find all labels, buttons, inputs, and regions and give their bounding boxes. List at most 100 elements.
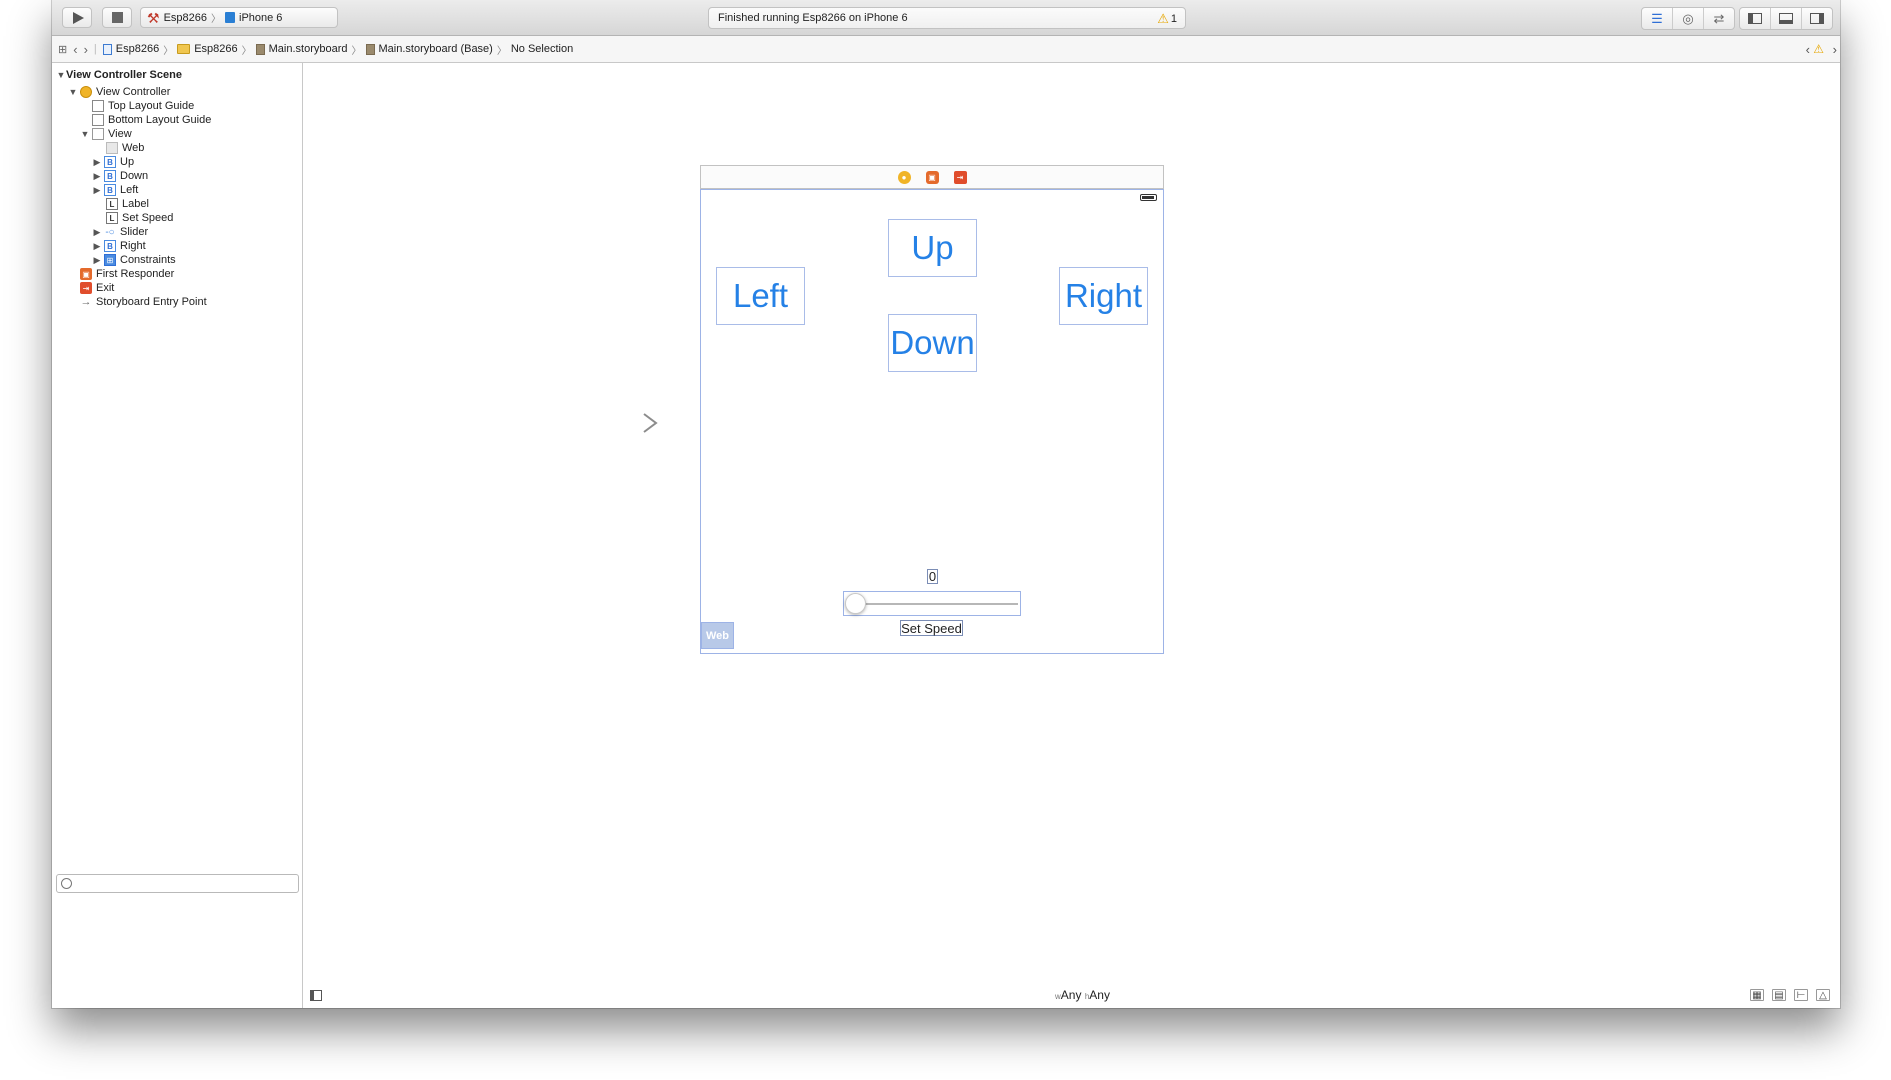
play-icon — [73, 11, 84, 24]
storyboard-canvas[interactable]: ● ▣ ⇥ Up Left Right Down 0 Set Speed Web — [303, 63, 1840, 1008]
view-controller-icon[interactable]: ● — [897, 170, 911, 184]
outline-item-label: First Responder — [96, 268, 175, 280]
related-items-icon[interactable]: ⊞ — [58, 43, 67, 56]
outline-item-storyboard-entry-point[interactable]: → Storyboard Entry Point — [78, 294, 207, 310]
label-icon: L — [106, 198, 118, 210]
breadcrumb-separator: 〉 — [496, 45, 507, 57]
warning-badge[interactable]: ⚠ 1 — [1157, 11, 1177, 27]
back-arrow-icon[interactable]: ‹ — [67, 42, 83, 57]
previous-issue-icon[interactable]: ‹ — [1806, 42, 1810, 57]
disclosure-closed-icon[interactable]: ▶ — [92, 185, 102, 196]
web-view-icon — [106, 142, 118, 154]
activity-viewer: Finished running Esp8266 on iPhone 6 ⚠ 1 — [708, 7, 1186, 29]
toolbar: ⚒ Esp8266 〉 iPhone 6 Finished running Es… — [52, 0, 1840, 36]
forward-arrow-icon[interactable]: › — [84, 42, 94, 57]
disclosure-closed-icon[interactable]: ▶ — [92, 171, 102, 182]
stop-icon — [111, 12, 123, 23]
outline-item-label: Slider — [120, 226, 149, 238]
canvas-bottom-bar: wAny hAny ▦ ▤ ⊢ △ — [303, 984, 1840, 1008]
storyboard-entry-arrow-icon[interactable] — [582, 413, 658, 433]
scheme-target: Esp8266 — [163, 11, 207, 24]
entry-arrow-icon: → — [80, 296, 92, 308]
outline-item-label: Right — [120, 240, 146, 252]
outline-item-label: Label — [122, 198, 149, 210]
outline-item-label: Down — [120, 170, 149, 182]
utilities-pane-toggle[interactable] — [1802, 8, 1832, 29]
utilities-pane-icon — [1810, 13, 1824, 24]
down-button[interactable]: Down — [888, 314, 977, 372]
outline-item-label: View Controller Scene — [66, 69, 182, 81]
right-button[interactable]: Right — [1059, 267, 1148, 325]
disclosure-open-icon[interactable]: ▼ — [56, 70, 66, 80]
resolve-issues-icon[interactable]: △ — [1816, 989, 1830, 1001]
folder-icon — [177, 44, 191, 54]
exit-icon[interactable]: ⇥ — [953, 170, 967, 184]
breadcrumb-selection[interactable]: No Selection — [511, 43, 573, 55]
scene-dock: ● ▣ ⇥ — [700, 165, 1164, 189]
warning-count: 1 — [1170, 13, 1177, 25]
left-button[interactable]: Left — [716, 267, 805, 325]
breadcrumb-folder[interactable]: Esp8266 — [177, 43, 238, 55]
button-icon: B — [104, 170, 116, 182]
run-button[interactable] — [62, 7, 92, 28]
navigator-pane-toggle[interactable] — [1740, 8, 1771, 29]
first-responder-icon[interactable]: ▣ — [925, 170, 939, 184]
slider-thumb[interactable] — [845, 593, 866, 614]
outline-item-view-controller-scene[interactable]: ▼ View Controller Scene — [56, 67, 919, 658]
breadcrumb-separator: 〉 — [163, 45, 174, 57]
size-class-selector[interactable]: wAny hAny — [1055, 988, 1110, 1002]
embed-in-stack-icon[interactable]: ▦ — [1750, 989, 1764, 1001]
disclosure-closed-icon[interactable]: ▶ — [92, 255, 102, 266]
constraints-icon: ⊞ — [104, 254, 116, 266]
outline-item-label: Top Layout Guide — [108, 100, 195, 112]
scheme-selector[interactable]: ⚒ Esp8266 〉 iPhone 6 — [140, 7, 338, 28]
jump-bar-divider: | — [93, 43, 97, 55]
disclosure-closed-icon[interactable]: ▶ — [92, 227, 102, 238]
breadcrumb-project[interactable]: Esp8266 — [102, 43, 160, 55]
warning-icon: ⚠ — [1157, 11, 1169, 26]
disclosure-open-icon[interactable]: ▼ — [68, 87, 78, 97]
stop-button[interactable] — [102, 7, 132, 28]
outline-item-label: Constraints — [120, 254, 176, 266]
outline-item-label: Up — [120, 156, 135, 168]
disclosure-open-icon[interactable]: ▼ — [80, 129, 90, 139]
disclosure-closed-icon[interactable]: ▶ — [92, 241, 102, 252]
breadcrumb-label: No Selection — [510, 43, 574, 55]
slider-track — [856, 603, 1018, 605]
outline-filter-input[interactable] — [75, 876, 294, 892]
breadcrumb-label: Main.storyboard (Base) — [378, 43, 493, 55]
speed-slider[interactable] — [843, 591, 1021, 616]
breadcrumb-storyboard-base[interactable]: Main.storyboard (Base) — [365, 43, 493, 55]
button-icon: B — [104, 156, 116, 168]
assistant-editor-icon[interactable]: ◎ — [1673, 8, 1704, 29]
breadcrumb-label: Esp8266 — [115, 43, 160, 55]
disclosure-closed-icon[interactable]: ▶ — [92, 157, 102, 168]
project-file-icon — [102, 43, 112, 55]
web-view[interactable]: Web — [701, 622, 734, 649]
show-outline-icon[interactable] — [310, 990, 322, 1001]
xcode-app-icon: ⚒ — [147, 9, 160, 26]
standard-editor-icon[interactable]: ☰ — [1642, 8, 1673, 29]
xcode-window: ⚒ Esp8266 〉 iPhone 6 Finished running Es… — [52, 0, 1840, 1008]
next-issue-icon[interactable]: › — [1833, 42, 1837, 57]
warning-icon[interactable]: ⚠ — [1813, 42, 1824, 56]
debug-pane-icon — [1779, 13, 1793, 24]
breadcrumb-label: Main.storyboard — [268, 43, 348, 55]
scheme-device: iPhone 6 — [239, 11, 283, 24]
view-panes-control — [1739, 7, 1833, 30]
breadcrumb-separator: 〉 — [211, 14, 221, 25]
pin-icon[interactable]: ⊢ — [1794, 989, 1808, 1001]
outline-item-label: View Controller — [96, 86, 171, 98]
outline-filter — [56, 874, 299, 893]
exit-icon: ⇥ — [80, 282, 92, 294]
up-button[interactable]: Up — [888, 219, 977, 277]
iphone-device-icon — [225, 12, 235, 23]
stack-icon[interactable]: ▤ — [1772, 989, 1786, 1001]
breadcrumb-storyboard[interactable]: Main.storyboard — [255, 43, 348, 55]
breadcrumb-separator: 〉 — [241, 45, 252, 57]
battery-icon — [1140, 194, 1157, 201]
outline-item-label: Storyboard Entry Point — [96, 296, 207, 308]
version-editor-icon[interactable]: ⇄ — [1704, 8, 1734, 29]
debug-pane-toggle[interactable] — [1771, 8, 1802, 29]
first-responder-icon: ▣ — [80, 268, 92, 280]
